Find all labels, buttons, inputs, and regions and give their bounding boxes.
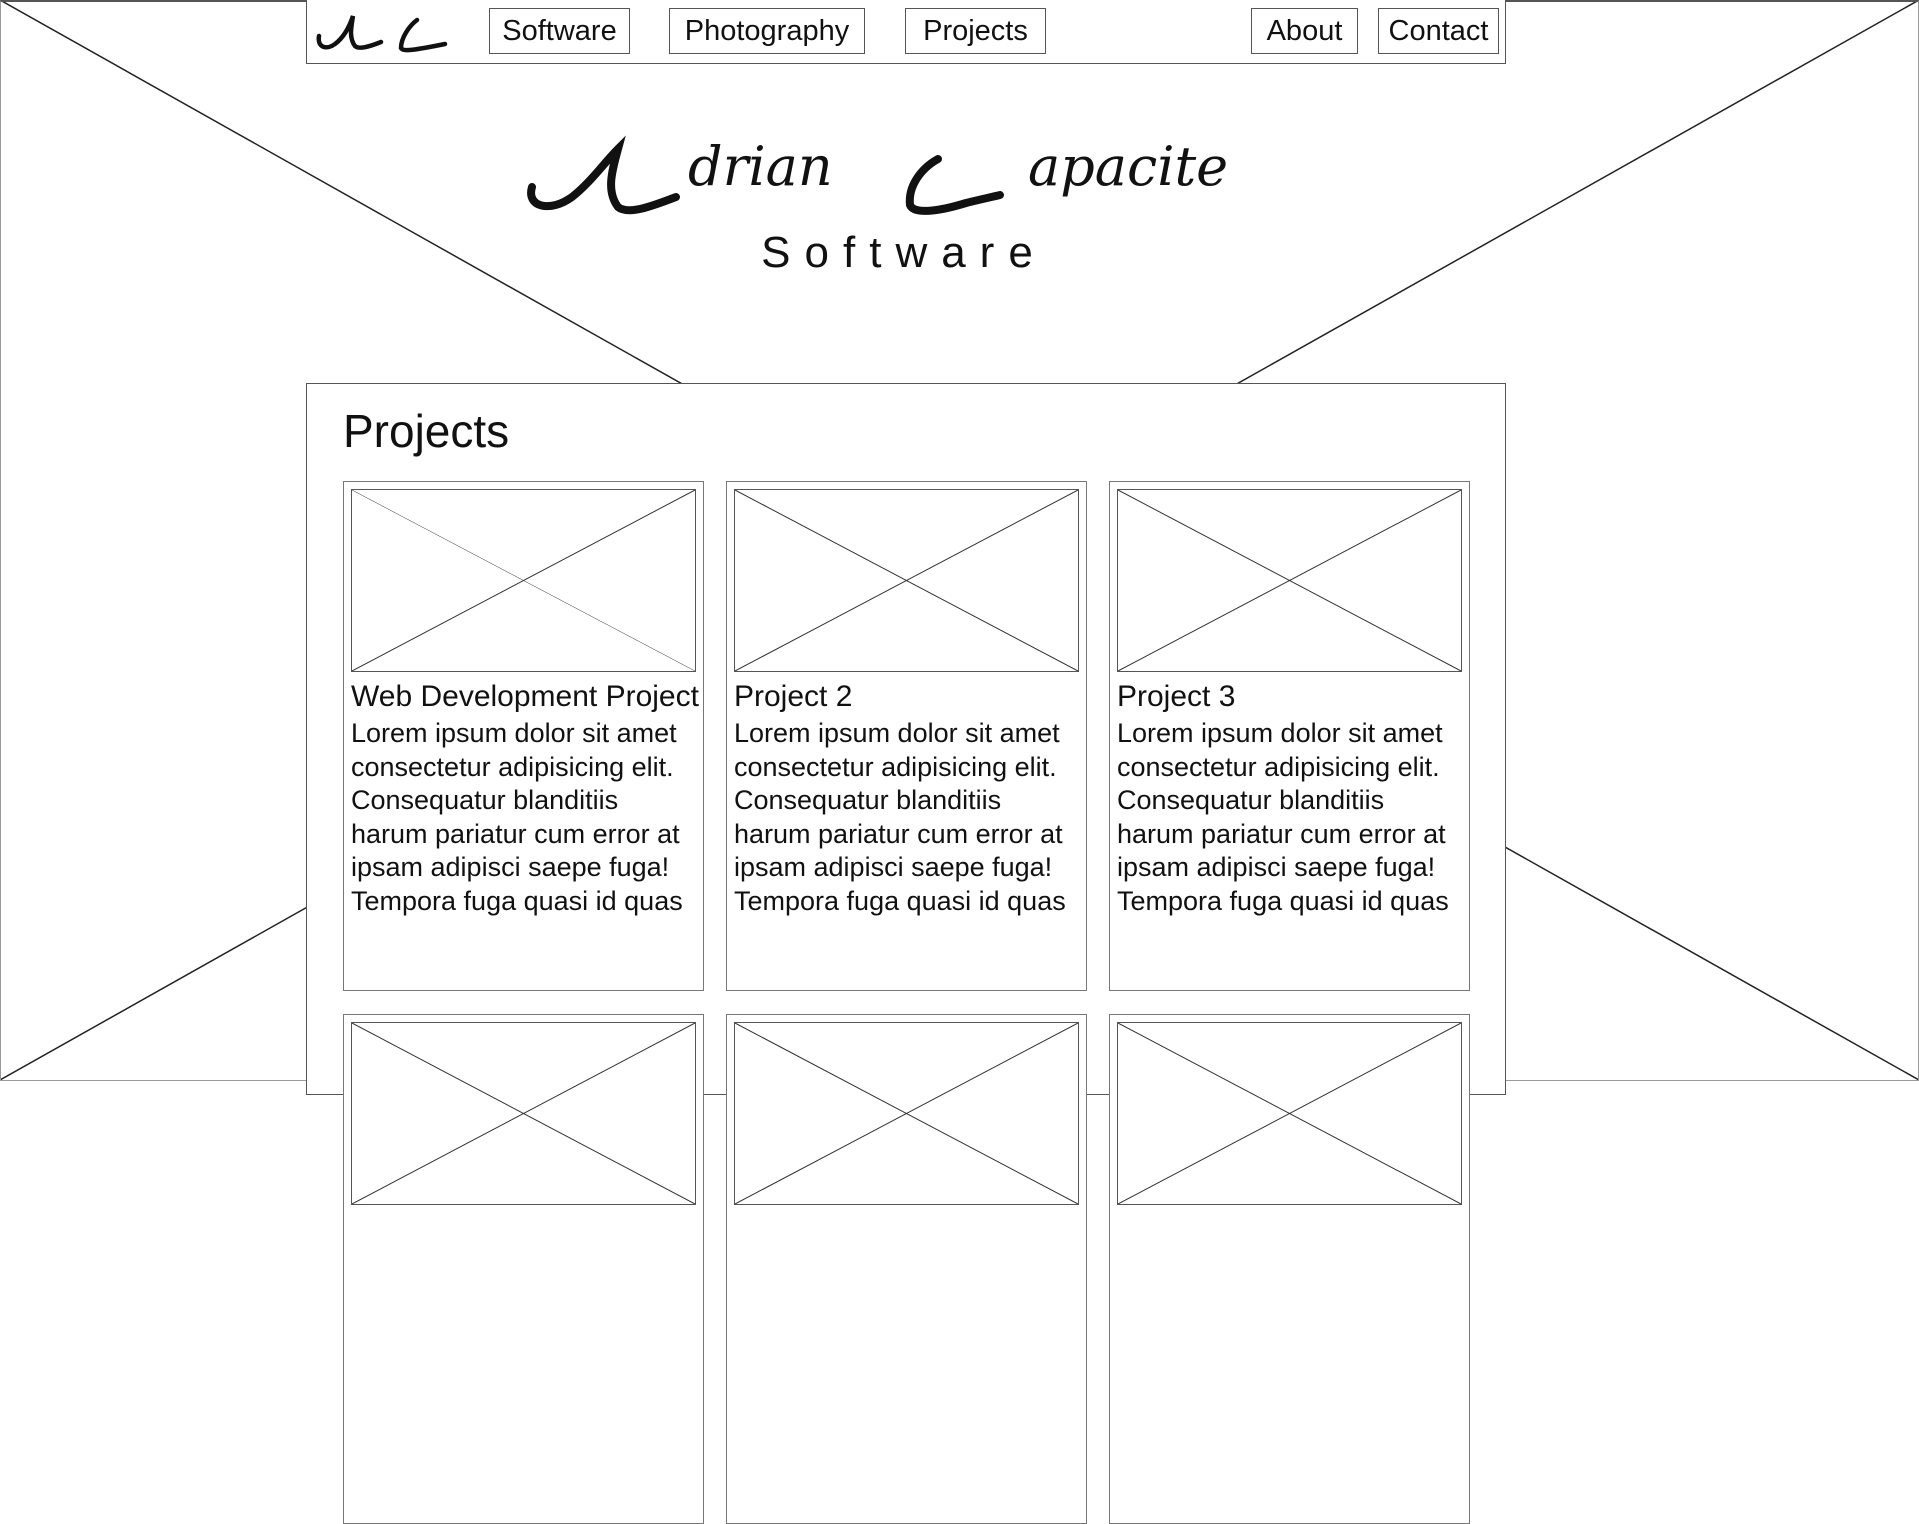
project-card[interactable] xyxy=(726,1014,1087,1524)
hero-title-rest-1: drian xyxy=(688,135,833,198)
projects-panel: Projects Web Development Project Lorem i… xyxy=(306,383,1506,1524)
project-card[interactable]: Project 2 Lorem ipsum dolor sit amet con… xyxy=(726,481,1087,991)
project-card-description: Lorem ipsum dolor sit amet consectetur a… xyxy=(734,718,1066,916)
nav-contact[interactable]: Contact xyxy=(1378,8,1499,54)
project-card[interactable]: Web Development Project Lorem ipsum dolo… xyxy=(343,481,704,991)
image-placeholder-icon xyxy=(734,489,1079,672)
image-placeholder-icon xyxy=(734,1022,1079,1205)
nav-photography[interactable]: Photography xyxy=(669,8,865,54)
ac-monogram-logo-icon[interactable] xyxy=(315,8,455,58)
image-placeholder-icon xyxy=(351,489,696,672)
project-card-title: Web Development Project xyxy=(351,680,699,713)
project-card-title: Project 2 xyxy=(734,680,853,713)
project-card[interactable] xyxy=(1109,1014,1470,1524)
hero-title-rest-2: apacite xyxy=(1028,135,1228,198)
hero-subtitle: Software xyxy=(761,228,1047,277)
project-card-description: Lorem ipsum dolor sit amet consectetur a… xyxy=(1117,718,1449,916)
project-card-title: Project 3 xyxy=(1117,680,1236,713)
project-card[interactable] xyxy=(343,1014,704,1524)
image-placeholder-icon xyxy=(1117,1022,1462,1205)
nav-software[interactable]: Software xyxy=(489,8,630,54)
project-card[interactable]: Project 3 Lorem ipsum dolor sit amet con… xyxy=(1109,481,1470,991)
image-placeholder-icon xyxy=(1117,489,1462,672)
image-placeholder-icon xyxy=(351,1022,696,1205)
project-card-description: Lorem ipsum dolor sit amet consectetur a… xyxy=(351,718,683,916)
top-nav: Software Photography Projects About Cont… xyxy=(306,0,1506,64)
nav-about[interactable]: About xyxy=(1251,8,1358,54)
projects-heading: Projects xyxy=(343,405,510,457)
nav-projects[interactable]: Projects xyxy=(905,8,1046,54)
